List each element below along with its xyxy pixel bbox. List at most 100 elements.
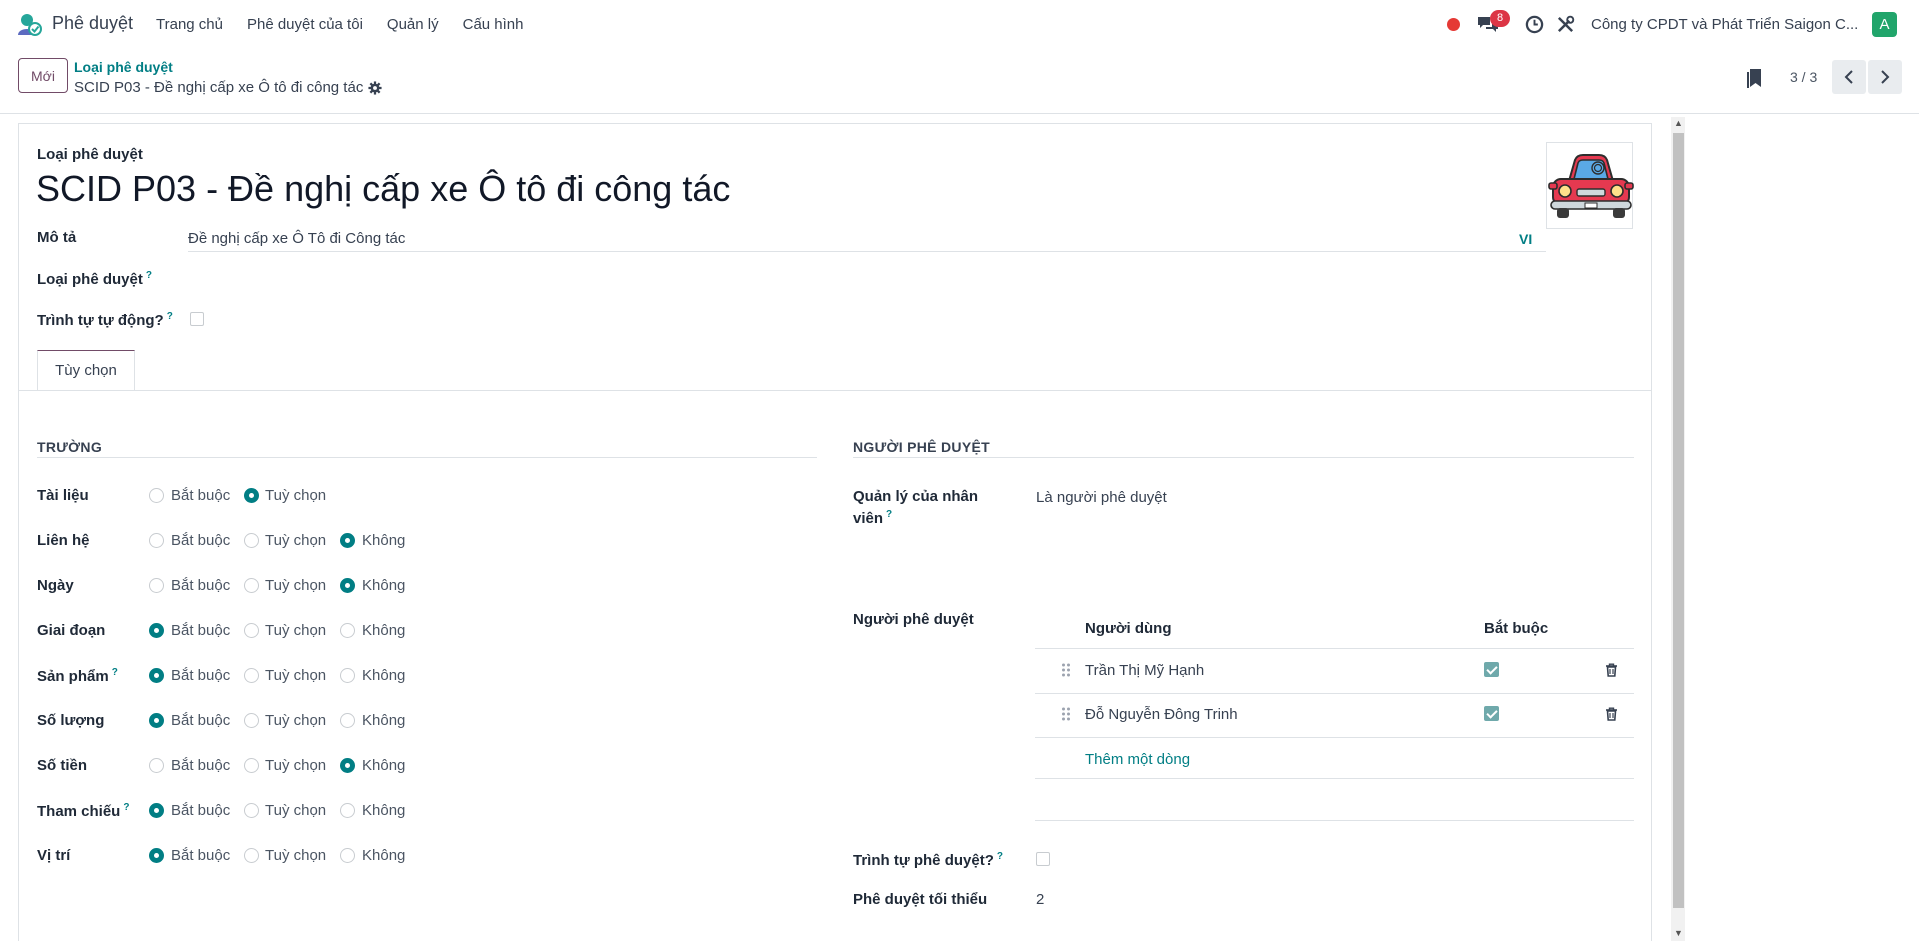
help-tooltip-icon[interactable]: ? — [112, 667, 118, 678]
add-line-link[interactable]: Thêm một dòng — [1085, 751, 1190, 768]
help-tooltip-icon[interactable]: ? — [146, 270, 152, 281]
approval-sequence-checkbox[interactable] — [1036, 852, 1050, 866]
option-radio[interactable] — [149, 803, 164, 818]
option-radio[interactable] — [244, 533, 259, 548]
option-radio[interactable] — [149, 848, 164, 863]
recording-dot-icon[interactable] — [1447, 18, 1460, 31]
field-option-label: Vị trí — [37, 847, 70, 864]
trash-icon[interactable] — [1605, 663, 1618, 677]
option-radio[interactable] — [149, 533, 164, 548]
manager-approver-select[interactable]: Là người phê duyệt — [1036, 489, 1167, 506]
option-radio[interactable] — [244, 668, 259, 683]
pager-next-button[interactable] — [1868, 60, 1902, 94]
option-radio[interactable] — [340, 668, 355, 683]
option-radio-label[interactable]: Bắt buộc — [171, 487, 230, 504]
option-radio[interactable] — [244, 758, 259, 773]
approval-app-logo-icon[interactable] — [16, 13, 42, 37]
trash-icon[interactable] — [1605, 707, 1618, 721]
option-radio[interactable] — [244, 578, 259, 593]
option-radio[interactable] — [149, 578, 164, 593]
option-radio[interactable] — [340, 848, 355, 863]
option-radio-label[interactable]: Tuỳ chọn — [265, 802, 326, 819]
help-tooltip-icon[interactable]: ? — [886, 509, 892, 520]
approver-user-name[interactable]: Trần Thị Mỹ Hạnh — [1085, 662, 1204, 679]
scroll-down-arrow-icon[interactable]: ▼ — [1674, 928, 1683, 938]
company-switcher[interactable]: Công ty CPDT và Phát Triển Saigon C... — [1591, 16, 1858, 33]
column-header-required[interactable]: Bắt buộc — [1484, 620, 1548, 637]
option-radio[interactable] — [149, 758, 164, 773]
record-image[interactable] — [1546, 142, 1634, 229]
option-radio[interactable] — [149, 713, 164, 728]
tools-icon[interactable] — [1556, 15, 1575, 34]
option-radio[interactable] — [149, 668, 164, 683]
option-radio-label[interactable]: Tuỳ chọn — [265, 847, 326, 864]
approver-user-name[interactable]: Đỗ Nguyễn Đông Trinh — [1085, 706, 1238, 723]
option-radio-label[interactable]: Không — [362, 577, 405, 594]
description-field[interactable]: Đề nghị cấp xe Ô Tô đi Công tác — [188, 230, 405, 247]
option-radio[interactable] — [244, 713, 259, 728]
option-radio-label[interactable]: Tuỳ chọn — [265, 712, 326, 729]
option-radio-label[interactable]: Tuỳ chọn — [265, 532, 326, 549]
column-header-user[interactable]: Người dùng — [1085, 620, 1172, 637]
option-radio[interactable] — [244, 488, 259, 503]
record-title[interactable]: SCID P03 - Đề nghị cấp xe Ô tô đi công t… — [36, 168, 730, 210]
required-checkbox[interactable] — [1484, 662, 1499, 677]
option-radio-label[interactable]: Bắt buộc — [171, 577, 230, 594]
auto-sequence-checkbox[interactable] — [190, 312, 204, 326]
help-tooltip-icon[interactable]: ? — [997, 851, 1003, 862]
scroll-up-arrow-icon[interactable]: ▲ — [1674, 118, 1683, 128]
option-radio-label[interactable]: Tuỳ chọn — [265, 487, 326, 504]
option-radio-label[interactable]: Tuỳ chọn — [265, 757, 326, 774]
menu-item-home[interactable]: Trang chủ — [156, 16, 223, 33]
scrollbar-thumb[interactable] — [1673, 133, 1684, 908]
menu-item-configuration[interactable]: Cấu hình — [463, 16, 524, 33]
option-radio-label[interactable]: Bắt buộc — [171, 532, 230, 549]
option-radio-label[interactable]: Không — [362, 667, 405, 684]
option-radio[interactable] — [340, 803, 355, 818]
breadcrumb-parent[interactable]: Loại phê duyệt — [74, 59, 173, 75]
option-radio-label[interactable]: Bắt buộc — [171, 847, 230, 864]
option-radio[interactable] — [244, 803, 259, 818]
option-radio[interactable] — [244, 848, 259, 863]
option-radio-label[interactable]: Tuỳ chọn — [265, 577, 326, 594]
option-radio-label[interactable]: Tuỳ chọn — [265, 622, 326, 639]
option-radio[interactable] — [244, 623, 259, 638]
app-name[interactable]: Phê duyệt — [52, 13, 133, 34]
option-radio[interactable] — [340, 623, 355, 638]
new-button[interactable]: Mới — [18, 58, 68, 93]
gear-icon[interactable] — [368, 81, 382, 95]
option-radio-label[interactable]: Không — [362, 802, 405, 819]
option-radio-label[interactable]: Không — [362, 757, 405, 774]
pager-value[interactable]: 3 / 3 — [1790, 69, 1817, 85]
option-radio-label[interactable]: Không — [362, 532, 405, 549]
option-radio-label[interactable]: Tuỳ chọn — [265, 667, 326, 684]
bookmark-icon[interactable] — [1744, 68, 1764, 90]
help-tooltip-icon[interactable]: ? — [123, 802, 129, 813]
tab-options[interactable]: Tùy chọn — [37, 350, 135, 391]
option-radio[interactable] — [340, 533, 355, 548]
clock-icon[interactable] — [1525, 15, 1544, 34]
pager-previous-button[interactable] — [1832, 60, 1866, 94]
option-radio[interactable] — [340, 713, 355, 728]
option-radio[interactable] — [340, 758, 355, 773]
help-tooltip-icon[interactable]: ? — [167, 311, 173, 322]
option-radio-label[interactable]: Bắt buộc — [171, 757, 230, 774]
minimum-approvals-field[interactable]: 2 — [1036, 891, 1044, 908]
menu-item-my-approvals[interactable]: Phê duyệt của tôi — [247, 16, 363, 33]
user-avatar[interactable]: A — [1872, 12, 1897, 37]
option-radio[interactable] — [149, 623, 164, 638]
option-radio-label[interactable]: Bắt buộc — [171, 802, 230, 819]
drag-handle-icon[interactable] — [1061, 707, 1071, 721]
menu-item-manage[interactable]: Quản lý — [387, 16, 439, 33]
option-radio-label[interactable]: Bắt buộc — [171, 622, 230, 639]
option-radio-label[interactable]: Bắt buộc — [171, 712, 230, 729]
option-radio[interactable] — [340, 578, 355, 593]
option-radio-label[interactable]: Không — [362, 712, 405, 729]
required-checkbox[interactable] — [1484, 706, 1499, 721]
drag-handle-icon[interactable] — [1061, 663, 1071, 677]
option-radio-label[interactable]: Bắt buộc — [171, 667, 230, 684]
language-tag[interactable]: VI — [1519, 231, 1532, 247]
option-radio-label[interactable]: Không — [362, 622, 405, 639]
option-radio-label[interactable]: Không — [362, 847, 405, 864]
option-radio[interactable] — [149, 488, 164, 503]
